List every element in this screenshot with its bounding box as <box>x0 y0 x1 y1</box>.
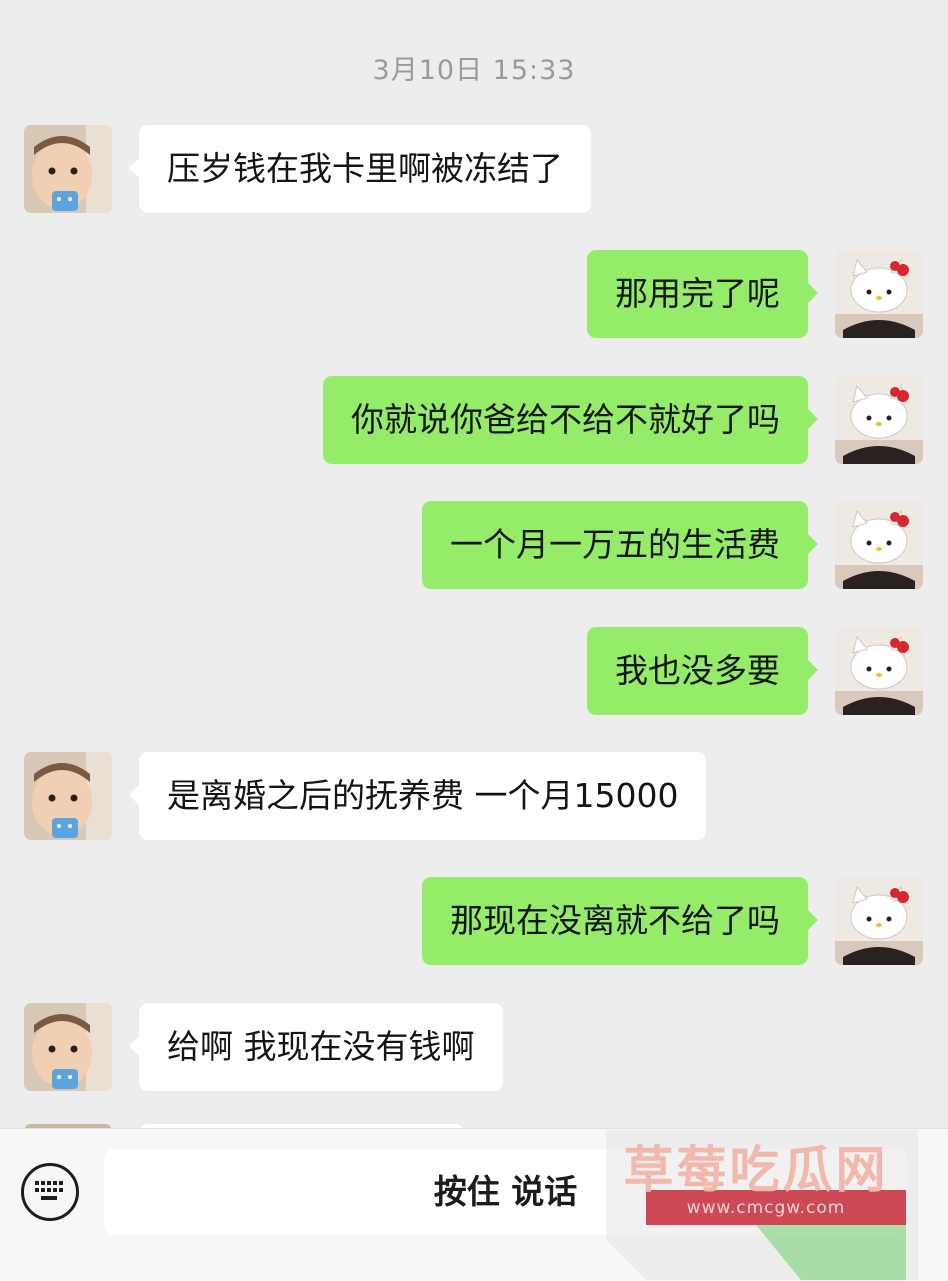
message-bubble-incoming[interactable]: 压岁钱在我卡里啊被冻结了 <box>129 125 591 213</box>
my-avatar[interactable] <box>835 250 923 338</box>
hello-kitty-avatar-icon <box>835 250 923 338</box>
hello-kitty-avatar-icon <box>835 877 923 965</box>
keyboard-toggle-button[interactable] <box>21 1163 79 1221</box>
contact-avatar[interactable] <box>24 125 112 213</box>
my-avatar[interactable] <box>835 501 923 589</box>
hello-kitty-avatar-icon <box>835 376 923 464</box>
my-avatar[interactable] <box>835 877 923 965</box>
message-bubble-outgoing[interactable]: 那用完了呢 <box>587 250 818 338</box>
hello-kitty-avatar-icon <box>835 627 923 715</box>
contact-avatar[interactable] <box>24 752 112 840</box>
keyboard-icon <box>35 1181 63 1200</box>
chat-timestamp: 3月10日 15:33 <box>372 55 576 86</box>
contact-avatar[interactable] <box>24 1003 112 1091</box>
hello-kitty-avatar-icon <box>835 501 923 589</box>
watermark-url: www.cmcgw.com <box>686 1198 846 1218</box>
message-bubble-outgoing[interactable]: 那现在没离就不给了吗 <box>422 877 818 965</box>
message-bubble-outgoing[interactable]: 一个月一万五的生活费 <box>422 501 818 589</box>
site-watermark: 草莓吃瓜网 www.cmcgw.com <box>606 1130 918 1280</box>
message-bubble-outgoing[interactable]: 我也没多要 <box>587 627 818 715</box>
baby-avatar-icon <box>24 125 112 213</box>
message-bubble-outgoing[interactable]: 你就说你爸给不给不就好了吗 <box>323 376 818 464</box>
message-bubble-incoming[interactable]: 给啊 我现在没有钱啊 <box>129 1003 503 1091</box>
message-bubble-incoming[interactable]: 是离婚之后的抚养费 一个月15000 <box>128 752 707 840</box>
my-avatar[interactable] <box>835 627 923 715</box>
watermark-title: 草莓吃瓜网 <box>623 1141 889 1199</box>
my-avatar[interactable] <box>835 376 923 464</box>
baby-avatar-icon <box>24 1003 112 1091</box>
baby-avatar-icon <box>24 752 112 840</box>
